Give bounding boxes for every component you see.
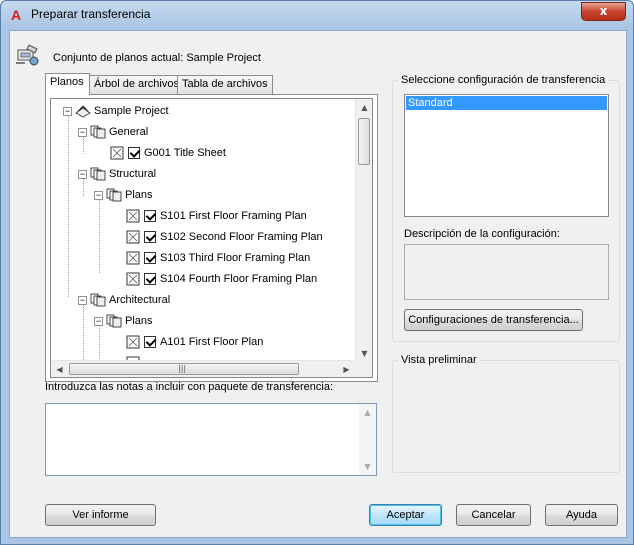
tab-planos[interactable]: Planos — [45, 73, 90, 95]
tree-node-label: General — [109, 126, 149, 138]
sheet-checkbox[interactable] — [144, 336, 156, 348]
tree-node-sheet[interactable]: G001 Title Sheet — [109, 144, 226, 162]
close-button[interactable]: x — [581, 2, 626, 21]
tree-node-sheet[interactable]: S103 Third Floor Framing Plan — [125, 249, 310, 267]
tree-node-subset[interactable]: − Plans — [94, 186, 153, 204]
sheet-icon — [126, 335, 140, 349]
scroll-right-icon[interactable]: ▶ — [338, 361, 355, 377]
help-button[interactable]: Ayuda — [545, 504, 618, 526]
title-bar[interactable]: A Preparar transferencia x — [1, 1, 633, 29]
sheet-tree-view[interactable]: − Sample Project − General G001 Title Sh… — [50, 98, 373, 378]
collapse-icon[interactable]: − — [78, 295, 87, 305]
sheet-icon — [126, 272, 140, 286]
close-icon: x — [599, 4, 608, 18]
collapse-icon[interactable]: − — [63, 106, 72, 116]
scroll-up-icon[interactable]: ▲ — [359, 404, 376, 421]
tree-node-label: Architectural — [109, 294, 171, 306]
sheet-icon — [110, 146, 124, 160]
tree-node-label: Structural — [109, 168, 157, 180]
tab-panel-planos: − Sample Project − General G001 Title Sh… — [45, 94, 378, 382]
sheet-checkbox[interactable] — [144, 231, 156, 243]
tree-vertical-scroll-thumb[interactable] — [358, 118, 370, 165]
tree-vertical-scrollbar[interactable]: ▲ ▼ — [355, 99, 372, 362]
tree-node-label: S103 Third Floor Framing Plan — [160, 252, 311, 264]
tree-node-sheet[interactable]: S101 First Floor Framing Plan — [125, 207, 307, 225]
tree-node-label: Plans — [125, 189, 153, 201]
transfer-config-list[interactable]: Standard — [404, 94, 609, 217]
tree-node-sheet[interactable]: A101 First Floor Plan — [125, 333, 263, 351]
scroll-up-icon[interactable]: ▲ — [356, 99, 372, 116]
tree-node-subset[interactable]: − Plans — [94, 312, 153, 330]
tree-node-sheet[interactable]: S104 Fourth Floor Framing Plan — [125, 270, 317, 288]
tree-horizontal-scroll-thumb[interactable]: ||| — [69, 363, 299, 375]
tree-guide — [83, 302, 84, 362]
view-report-button[interactable]: Ver informe — [45, 504, 156, 526]
dialog-window: A Preparar transferencia x Conjunto de p… — [0, 0, 634, 545]
cancel-button[interactable]: Cancelar — [456, 504, 531, 526]
ok-button[interactable]: Aceptar — [369, 504, 442, 526]
collapse-icon[interactable]: − — [94, 316, 103, 326]
tree-node-label: A101 First Floor Plan — [160, 336, 264, 348]
collapse-icon[interactable]: − — [78, 127, 87, 137]
notes-label: Introduzca las notas a incluir con paque… — [45, 381, 334, 393]
tree-guide — [99, 197, 100, 273]
autocad-app-icon: A — [10, 7, 22, 23]
collapse-icon[interactable]: − — [78, 169, 87, 179]
scroll-left-icon[interactable]: ◀ — [51, 361, 68, 377]
sheet-checkbox[interactable] — [144, 210, 156, 222]
sheet-icon — [126, 230, 140, 244]
tree-node-subset[interactable]: − Architectural — [78, 291, 170, 309]
tree-node-label: Plans — [125, 315, 153, 327]
window-title: Preparar transferencia — [31, 7, 151, 21]
tree-node-subset[interactable]: − General — [78, 123, 148, 141]
tree-horizontal-scrollbar[interactable]: ◀ ||| ▶ — [51, 360, 355, 377]
tree-node-label: Sample Project — [94, 105, 169, 117]
sheet-checkbox[interactable] — [144, 252, 156, 264]
preview-group-title: Vista preliminar — [398, 354, 480, 366]
sheet-checkbox[interactable] — [128, 147, 140, 159]
subset-folder-icon — [90, 293, 106, 307]
collapse-icon[interactable]: − — [94, 190, 103, 200]
sheet-checkbox[interactable] — [144, 273, 156, 285]
tree-node-label: G001 Title Sheet — [144, 147, 226, 159]
transfer-config-group-title: Seleccione configuración de transferenci… — [398, 74, 609, 86]
current-sheet-set-label: Conjunto de planos actual: Sample Projec… — [53, 52, 261, 64]
sheet-icon — [126, 251, 140, 265]
grip-icon: ||| — [178, 364, 187, 373]
etransmit-icon — [16, 44, 39, 66]
subset-folder-icon — [106, 314, 122, 328]
config-description-box — [404, 244, 609, 300]
tree-node-subset[interactable]: − Structural — [78, 165, 156, 183]
config-description-label: Descripción de la configuración: — [404, 228, 560, 240]
tree-content: − Sample Project − General G001 Title Sh… — [51, 99, 355, 362]
subset-folder-icon — [106, 188, 122, 202]
subset-folder-icon — [90, 167, 106, 181]
sheet-icon — [126, 209, 140, 223]
scrollbar-corner — [355, 360, 372, 377]
tree-node-label: S102 Second Floor Framing Plan — [160, 231, 323, 243]
preview-group: Vista preliminar — [392, 354, 620, 473]
tab-tabla-archivos[interactable]: Tabla de archivos — [177, 75, 273, 94]
transfer-configurations-button[interactable]: Configuraciones de transferencia... — [404, 309, 583, 331]
tree-guide — [68, 113, 69, 297]
notes-textarea[interactable]: ▲ ▼ — [45, 403, 377, 476]
tree-node-label: S104 Fourth Floor Framing Plan — [160, 273, 318, 285]
dialog-client-area: Conjunto de planos actual: Sample Projec… — [9, 30, 627, 538]
notes-scrollbar[interactable]: ▲ ▼ — [359, 404, 376, 475]
tab-arbol-archivos[interactable]: Árbol de archivos — [89, 75, 179, 94]
tree-node-label: S101 First Floor Framing Plan — [160, 210, 307, 222]
scroll-down-icon[interactable]: ▼ — [359, 458, 376, 475]
subset-folder-icon — [90, 125, 106, 139]
tree-node-root[interactable]: − Sample Project — [63, 102, 169, 120]
tree-node-sheet[interactable]: S102 Second Floor Framing Plan — [125, 228, 323, 246]
list-item[interactable]: Standard — [406, 96, 607, 110]
sheet-set-icon — [75, 105, 91, 118]
